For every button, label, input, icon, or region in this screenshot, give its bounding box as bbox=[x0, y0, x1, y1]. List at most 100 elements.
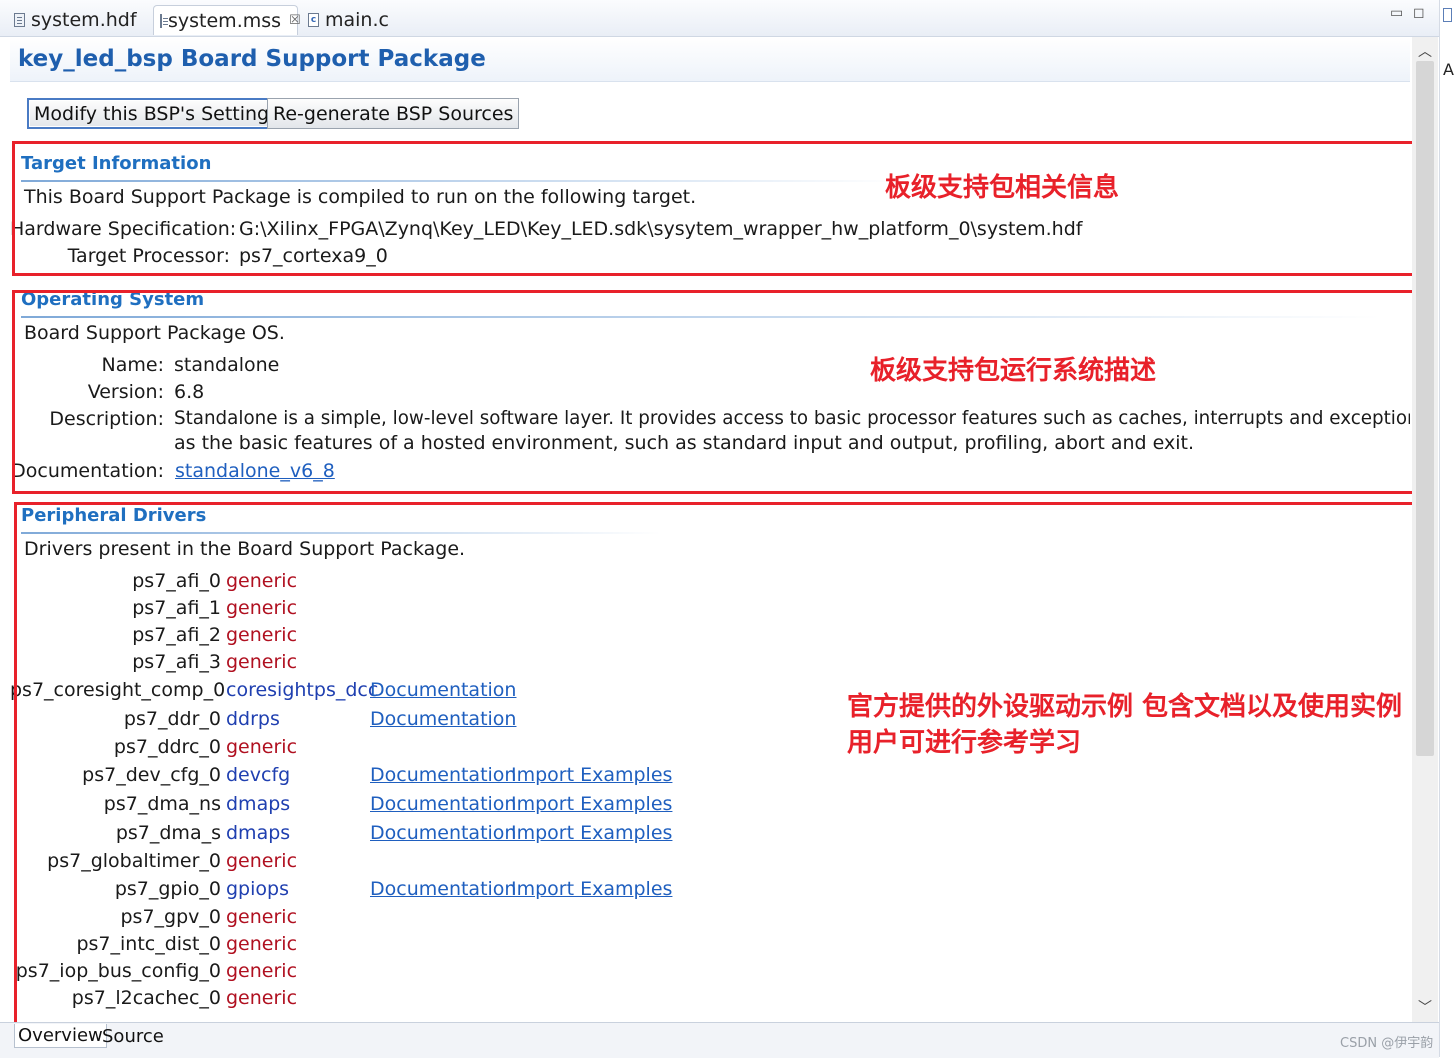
driver-row: ps7_l2cachec_0 generic bbox=[10, 987, 1410, 1013]
driver-documentation-link[interactable]: Documentation bbox=[370, 878, 516, 900]
os-name-label: Name: bbox=[101, 354, 164, 376]
close-icon[interactable]: ☒ bbox=[289, 13, 301, 28]
scroll-down-icon[interactable]: ﹀ bbox=[1418, 997, 1432, 1017]
tab-overview[interactable]: Overview bbox=[14, 1024, 107, 1048]
driver-row: ps7_afi_2 generic bbox=[10, 624, 1410, 650]
driver-instance-name: ps7_gpv_0 bbox=[120, 906, 221, 928]
driver-documentation-link[interactable]: Documentation bbox=[370, 708, 516, 730]
tab-label: main.c bbox=[325, 9, 389, 31]
driver-row: ps7_dma_s dmaps Documentation Import Exampl… bbox=[10, 822, 1410, 848]
scroll-up-icon[interactable]: ︿ bbox=[1418, 41, 1432, 61]
section-title-target-information[interactable]: Target Information bbox=[21, 153, 211, 174]
driver-instance-name: ps7_dma_s bbox=[115, 822, 221, 844]
driver-name: generic bbox=[226, 624, 298, 646]
driver-documentation-link[interactable]: Documentation bbox=[370, 822, 516, 844]
section-title-peripheral-drivers[interactable]: Peripheral Drivers bbox=[21, 505, 206, 526]
driver-name: gpiops bbox=[226, 878, 289, 900]
target-intro-text: This Board Support Package is compiled t… bbox=[24, 186, 697, 208]
driver-row: ps7_afi_0 generic bbox=[10, 570, 1410, 596]
os-documentation-label: Documentation: bbox=[11, 460, 164, 482]
hw-spec-label: Hardware Specification: bbox=[10, 218, 237, 240]
hw-spec-value: G:\Xilinx_FPGA\Zynq\Key_LED\Key_LED.sdk\… bbox=[239, 218, 1083, 240]
tab-label: system.mss bbox=[168, 9, 282, 32]
driver-row: ps7_dma_ns dmaps Documentation Import Examp… bbox=[10, 793, 1410, 819]
os-description-line-1: Standalone is a simple, low-level softwa… bbox=[174, 408, 1410, 429]
outline-icon[interactable] bbox=[1443, 8, 1452, 22]
modify-bsp-settings-button[interactable]: Modify this BSP's Settings bbox=[27, 98, 287, 129]
file-icon bbox=[14, 13, 25, 27]
regenerate-bsp-sources-button[interactable]: Re-generate BSP Sources bbox=[267, 98, 520, 129]
target-processor-value: ps7_cortexa9_0 bbox=[239, 245, 388, 267]
driver-instance-name: ps7_coresight_comp_0 bbox=[10, 679, 226, 701]
os-name-value: standalone bbox=[174, 354, 280, 376]
os-version-value: 6.8 bbox=[174, 381, 205, 403]
driver-documentation-link[interactable]: Documentation bbox=[370, 764, 516, 786]
side-panel-strip: A bbox=[1439, 0, 1455, 1057]
watermark: CSDN @伊宇韵 bbox=[1340, 1036, 1434, 1051]
driver-row: ps7_globaltimer_0 generic bbox=[10, 850, 1410, 876]
editor-page-tabs: Overview Source bbox=[0, 1022, 1439, 1058]
bsp-overview-editor: key_led_bsp Board Support Package Modify… bbox=[10, 37, 1410, 1022]
target-processor-label: Target Processor: bbox=[67, 245, 230, 267]
driver-name: dmaps bbox=[226, 793, 291, 815]
driver-import-examples-link[interactable]: Import Examples bbox=[511, 878, 672, 900]
driver-instance-name: ps7_afi_0 bbox=[132, 570, 221, 592]
annotation-os-text: 板级支持包运行系统描述 bbox=[870, 356, 1157, 386]
vertical-scrollbar[interactable]: ︿ ﹀ bbox=[1412, 37, 1438, 1022]
driver-name: coresightps_dcc bbox=[226, 679, 379, 701]
side-panel-label: A bbox=[1443, 60, 1454, 79]
section-divider bbox=[21, 180, 901, 182]
driver-instance-name: ps7_afi_2 bbox=[132, 624, 221, 646]
tab-main-c[interactable]: c main.c bbox=[302, 5, 395, 35]
driver-import-examples-link[interactable]: Import Examples bbox=[511, 764, 672, 786]
scrollbar-thumb[interactable] bbox=[1416, 61, 1434, 756]
tab-system-mss[interactable]: system.mss ☒ bbox=[153, 5, 301, 35]
maximize-icon[interactable]: ◻ bbox=[1413, 5, 1425, 21]
minimize-icon[interactable]: ▭ bbox=[1390, 5, 1403, 21]
driver-name: devcfg bbox=[226, 764, 291, 786]
annotation-drivers-line-2: 用户可进行参考学习 bbox=[847, 728, 1082, 758]
driver-name: dmaps bbox=[226, 822, 291, 844]
section-title-operating-system[interactable]: Operating System bbox=[21, 289, 204, 310]
os-documentation-link[interactable]: standalone_v6_8 bbox=[175, 460, 335, 482]
driver-instance-name: ps7_intc_dist_0 bbox=[76, 933, 221, 955]
driver-name: ddrps bbox=[226, 708, 280, 730]
os-intro-text: Board Support Package OS. bbox=[24, 322, 285, 344]
annotation-drivers-line-1: 官方提供的外设驱动示例 包含文档以及使用实例 bbox=[847, 692, 1403, 722]
driver-instance-name: ps7_afi_3 bbox=[132, 651, 221, 673]
driver-import-examples-link[interactable]: Import Examples bbox=[511, 822, 672, 844]
driver-name: generic bbox=[226, 570, 298, 592]
os-description-line-2: as the basic features of a hosted enviro… bbox=[174, 432, 1195, 454]
driver-row: ps7_gpv_0 generic bbox=[10, 906, 1410, 932]
driver-instance-name: ps7_dma_ns bbox=[103, 793, 221, 815]
c-file-icon: c bbox=[308, 13, 319, 27]
drivers-intro-text: Drivers present in the Board Support Pac… bbox=[24, 538, 466, 560]
driver-import-examples-link[interactable]: Import Examples bbox=[511, 793, 672, 815]
page-title: key_led_bsp Board Support Package bbox=[18, 46, 486, 72]
driver-documentation-link[interactable]: Documentation bbox=[370, 679, 516, 701]
driver-row: ps7_gpio_0 gpiops Documentation Import Exam… bbox=[10, 878, 1410, 904]
driver-instance-name: ps7_globaltimer_0 bbox=[47, 850, 221, 872]
driver-row: ps7_afi_3 generic bbox=[10, 651, 1410, 677]
driver-instance-name: ps7_iop_bus_config_0 bbox=[15, 960, 221, 982]
driver-name: generic bbox=[226, 850, 298, 872]
driver-row: ps7_ddrc_0 generic bbox=[10, 736, 1410, 762]
os-version-label: Version: bbox=[87, 381, 164, 403]
form-header: key_led_bsp Board Support Package bbox=[10, 37, 1410, 82]
driver-row: ps7_intc_dist_0 generic bbox=[10, 933, 1410, 959]
tab-source[interactable]: Source bbox=[99, 1024, 167, 1048]
driver-name: generic bbox=[226, 651, 298, 673]
driver-instance-name: ps7_afi_1 bbox=[132, 597, 221, 619]
driver-name: generic bbox=[226, 736, 298, 758]
driver-name: generic bbox=[226, 933, 298, 955]
driver-row: ps7_dev_cfg_0 devcfg Documentation Import E… bbox=[10, 764, 1410, 790]
driver-instance-name: ps7_gpio_0 bbox=[114, 878, 221, 900]
tab-system-hdf[interactable]: system.hdf bbox=[8, 5, 143, 35]
section-divider bbox=[21, 316, 1381, 318]
driver-instance-name: ps7_ddrc_0 bbox=[113, 736, 221, 758]
driver-documentation-link[interactable]: Documentation bbox=[370, 793, 516, 815]
editor-tab-bar: system.hdf system.mss ☒ c main.c ▭ ◻ bbox=[0, 0, 1455, 37]
file-icon bbox=[160, 13, 168, 28]
tab-label: system.hdf bbox=[31, 9, 137, 31]
driver-instance-name: ps7_dev_cfg_0 bbox=[82, 764, 221, 786]
